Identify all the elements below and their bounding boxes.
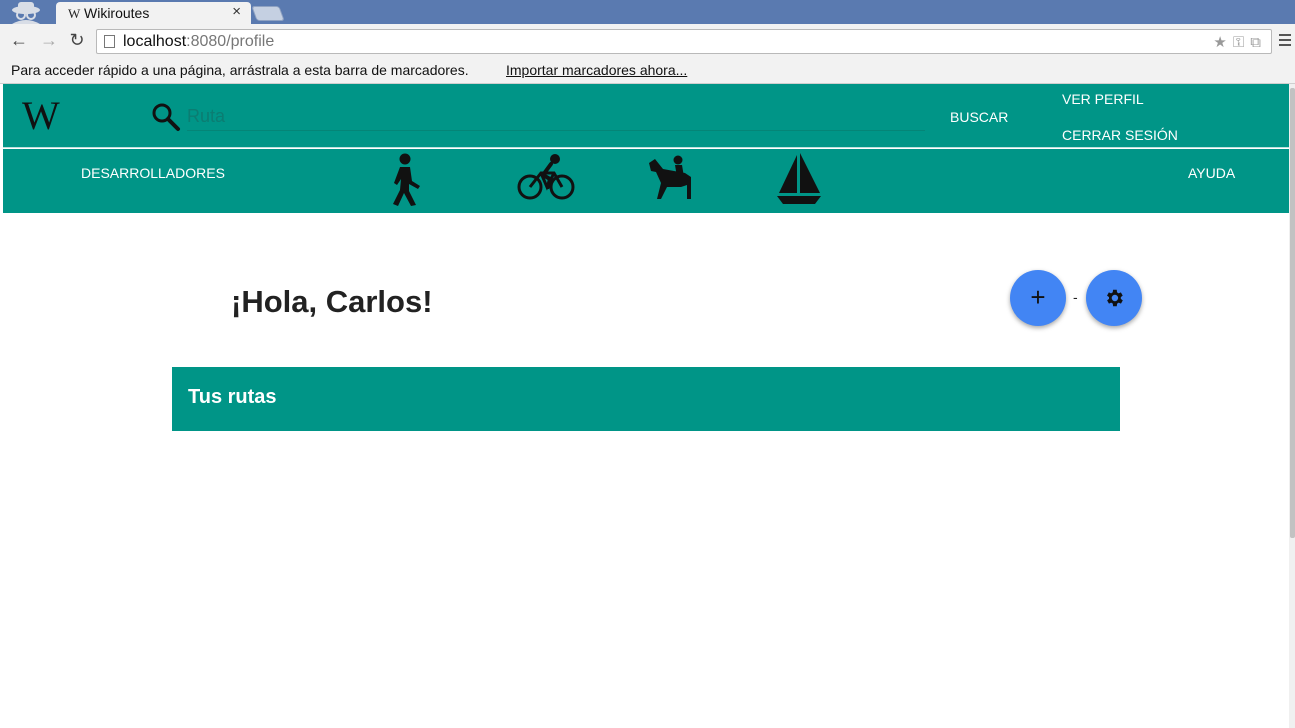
back-arrow-icon[interactable]: ← bbox=[8, 30, 30, 51]
incognito-icon bbox=[12, 2, 40, 24]
address-bar[interactable]: localhost:8080/profile ★⚿⧉ bbox=[96, 29, 1272, 54]
walking-icon[interactable] bbox=[385, 153, 425, 207]
gear-icon bbox=[1107, 289, 1123, 307]
search-button[interactable]: BUSCAR bbox=[950, 109, 1008, 125]
routes-section-header: Tus rutas bbox=[172, 367, 1120, 431]
routes-title: Tus rutas bbox=[188, 386, 277, 408]
tab-title: Wikiroutes bbox=[84, 5, 150, 21]
reload-icon[interactable]: ↻ bbox=[66, 30, 88, 51]
sailing-icon[interactable] bbox=[775, 153, 823, 205]
import-bookmarks-link[interactable]: Importar marcadores ahora... bbox=[506, 62, 687, 78]
horse-riding-icon[interactable] bbox=[647, 155, 695, 201]
button-separator: - bbox=[1073, 289, 1078, 305]
page-icon bbox=[104, 35, 115, 48]
wikipedia-favicon-icon: W bbox=[68, 6, 81, 21]
developers-link[interactable]: DESARROLLADORES bbox=[81, 165, 225, 181]
scrollbar-thumb[interactable] bbox=[1290, 88, 1295, 538]
page: W BUSCAR VER PERFIL CERRAR SESIÓN DESARR… bbox=[3, 84, 1289, 728]
search-icon bbox=[152, 103, 180, 131]
tab-close-icon[interactable]: × bbox=[232, 3, 241, 20]
help-link[interactable]: AYUDA bbox=[1188, 165, 1235, 181]
view-profile-link[interactable]: VER PERFIL bbox=[1062, 91, 1144, 107]
browser-menu-icon[interactable] bbox=[1279, 34, 1291, 49]
url-text: localhost:8080/profile bbox=[123, 33, 275, 50]
add-route-button[interactable]: + bbox=[1010, 270, 1066, 326]
bookmark-star-icon[interactable]: ★ bbox=[1213, 34, 1232, 51]
browser-tab-strip: W Wikiroutes × bbox=[0, 0, 1295, 24]
bookmarks-bar: Para acceder rápido a una página, arrást… bbox=[0, 59, 1295, 84]
profile-greeting: ¡Hola, Carlos! bbox=[231, 284, 433, 319]
logout-link[interactable]: CERRAR SESIÓN bbox=[1062, 127, 1178, 143]
route-search-input[interactable] bbox=[187, 103, 925, 131]
omnibox-actions: ★⚿⧉ bbox=[1213, 33, 1267, 51]
forward-arrow-icon[interactable]: → bbox=[38, 30, 60, 51]
wikipedia-logo-icon[interactable]: W bbox=[22, 92, 60, 139]
new-tab-button[interactable] bbox=[251, 6, 285, 21]
bookmarks-hint: Para acceder rápido a una página, arrást… bbox=[11, 62, 469, 78]
settings-button[interactable] bbox=[1086, 270, 1142, 326]
activity-navbar: DESARROLLADORES AYUDA bbox=[3, 149, 1289, 213]
browser-tab[interactable]: W Wikiroutes × bbox=[56, 2, 251, 24]
cycling-icon[interactable] bbox=[517, 153, 575, 203]
key-icon[interactable]: ⚿ bbox=[1233, 34, 1250, 51]
translate-icon[interactable]: ⧉ bbox=[1250, 34, 1267, 51]
top-navbar: W BUSCAR VER PERFIL CERRAR SESIÓN bbox=[3, 84, 1289, 148]
